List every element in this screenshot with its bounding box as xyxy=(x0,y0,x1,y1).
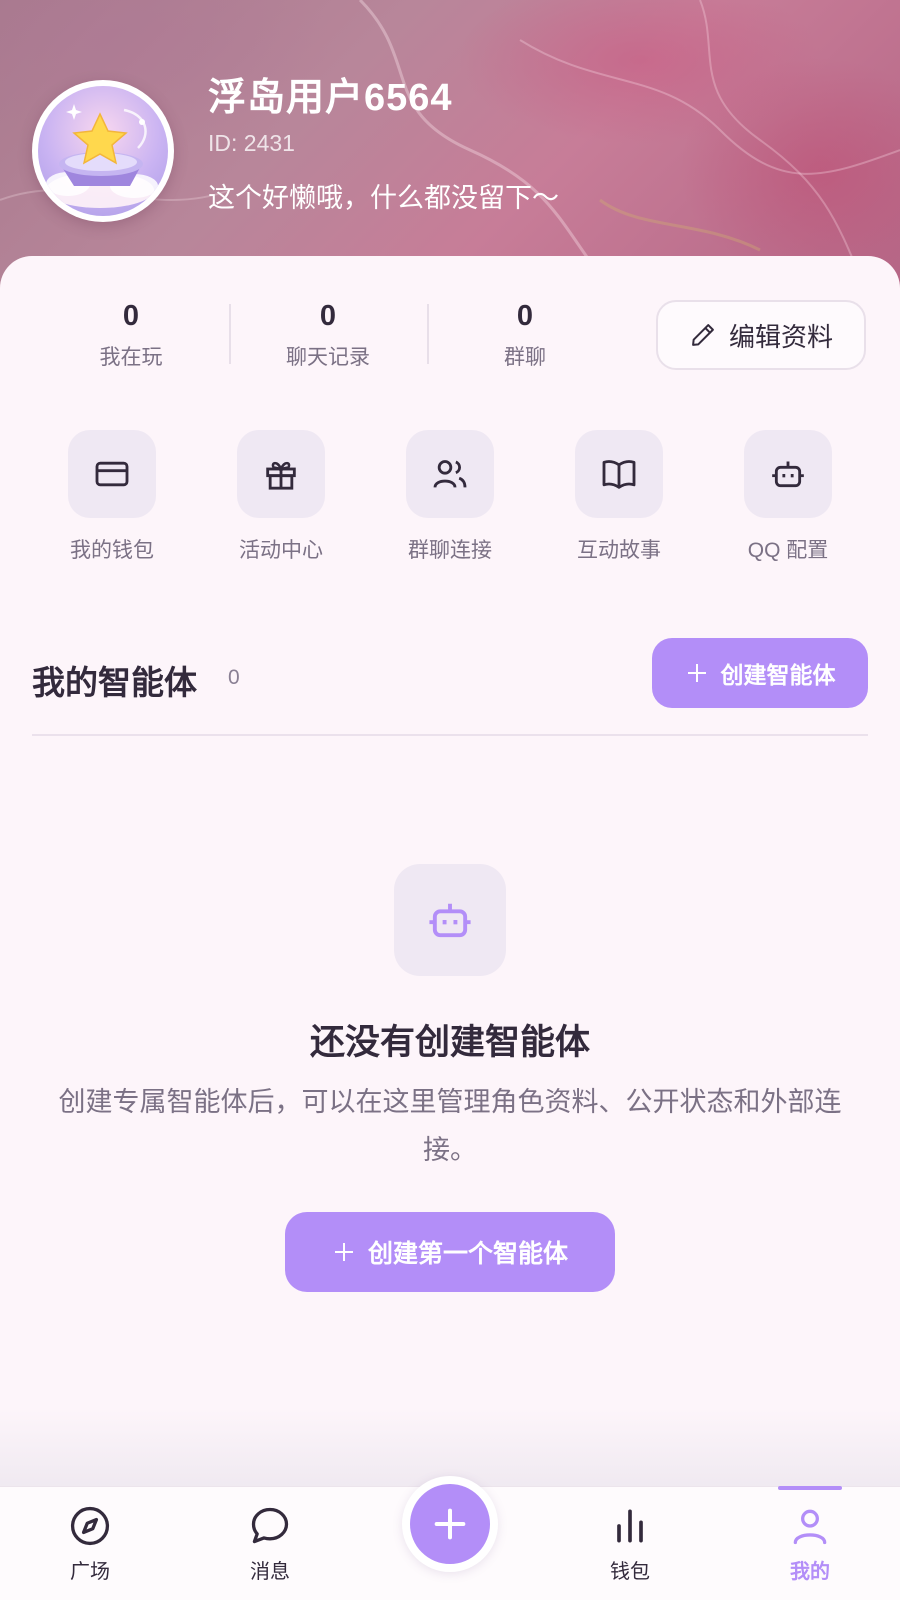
stat-divider xyxy=(427,304,429,364)
nav-item-me[interactable]: 我的 xyxy=(750,1501,870,1584)
quick-action-label: 互动故事 xyxy=(577,539,661,562)
quick-action-tile xyxy=(744,430,832,518)
active-tab-indicator xyxy=(778,1486,842,1490)
stat-playing[interactable]: 0 我在玩 xyxy=(36,300,226,371)
quick-action-stories[interactable]: 互动故事 xyxy=(549,430,689,564)
quick-action-tile xyxy=(575,430,663,518)
plus-icon xyxy=(687,664,706,682)
chat-icon xyxy=(251,1507,289,1544)
nav-label: 广场 xyxy=(70,1561,110,1583)
stat-group-chats[interactable]: 0 群聊 xyxy=(430,300,620,371)
floating-island-star-illustration xyxy=(46,104,158,208)
agents-section-title: 我的智能体 xyxy=(32,664,197,701)
stat-value: 0 xyxy=(516,300,534,332)
stat-chat-history[interactable]: 0 聊天记录 xyxy=(233,300,423,371)
empty-state-title: 还没有创建智能体 xyxy=(309,1023,590,1062)
nav-label: 消息 xyxy=(250,1561,290,1583)
quick-action-label: 我的钱包 xyxy=(70,539,154,562)
user-icon xyxy=(793,1509,827,1545)
nav-item-messages[interactable]: 消息 xyxy=(210,1501,330,1584)
avatar-image xyxy=(38,86,168,216)
stat-value: 0 xyxy=(122,300,140,332)
plus-icon xyxy=(434,1508,466,1540)
stat-divider xyxy=(229,304,231,364)
nav-item-wallet[interactable]: 钱包 xyxy=(570,1501,690,1584)
quick-action-tile xyxy=(68,430,156,518)
quick-action-tile xyxy=(406,430,494,518)
plus-icon xyxy=(334,1243,353,1261)
quick-action-label: 活动中心 xyxy=(239,539,323,562)
gift-icon xyxy=(266,461,296,490)
create-agent-button[interactable]: 创建智能体 xyxy=(652,638,868,708)
nav-label: 钱包 xyxy=(610,1561,650,1583)
empty-state-icon-tile xyxy=(394,864,506,976)
nav-label: 我的 xyxy=(790,1561,830,1583)
profile-name: 浮岛用户6564 xyxy=(208,77,453,119)
agents-count: 0 xyxy=(228,666,240,689)
profile-screen: 浮岛用户6564 ID: 2431 这个好懒哦，什么都没留下～ 0 我在玩 0 … xyxy=(0,0,900,1600)
empty-state-description: 创建专属智能体后，可以在这里管理角色资料、公开状态和外部连接。 xyxy=(58,1087,842,1165)
compass-icon xyxy=(70,1506,110,1546)
quick-action-wallet[interactable]: 我的钱包 xyxy=(42,430,182,564)
stat-label: 我在玩 xyxy=(99,346,163,369)
quick-action-label: QQ 配置 xyxy=(747,539,829,562)
avatar[interactable] xyxy=(32,80,174,222)
bar-chart-icon xyxy=(617,1509,643,1543)
create-fab-button[interactable] xyxy=(410,1484,490,1564)
users-icon xyxy=(433,460,467,488)
nav-item-plaza[interactable]: 广场 xyxy=(30,1501,150,1584)
quick-action-tile xyxy=(237,430,325,518)
profile-card: 0 我在玩 0 聊天记录 0 群聊 编辑资料 我的钱包 活动中心 群聊连接 互动… xyxy=(0,256,900,1486)
stat-value: 0 xyxy=(319,300,337,332)
create-first-agent-label: 创建第一个智能体 xyxy=(367,1240,568,1268)
quick-action-events[interactable]: 活动中心 xyxy=(211,430,351,564)
section-divider xyxy=(32,734,868,736)
create-agent-label: 创建智能体 xyxy=(720,662,836,688)
bot-icon xyxy=(429,903,471,938)
stat-label: 群聊 xyxy=(504,346,546,369)
quick-action-group-connect[interactable]: 群聊连接 xyxy=(380,430,520,564)
create-first-agent-button[interactable]: 创建第一个智能体 xyxy=(285,1212,615,1292)
book-icon xyxy=(602,460,636,489)
profile-bio: 这个好懒哦，什么都没留下～ xyxy=(208,183,559,213)
edit-profile-button[interactable]: 编辑资料 xyxy=(656,300,866,370)
bot-icon xyxy=(772,461,804,488)
pencil-icon xyxy=(692,324,714,346)
quick-action-label: 群聊连接 xyxy=(408,539,492,562)
quick-action-qq-config[interactable]: QQ 配置 xyxy=(718,430,858,564)
wallet-icon xyxy=(95,461,129,487)
profile-id: ID: 2431 xyxy=(208,130,295,156)
stat-label: 聊天记录 xyxy=(286,346,370,369)
edit-profile-label: 编辑资料 xyxy=(728,321,833,352)
